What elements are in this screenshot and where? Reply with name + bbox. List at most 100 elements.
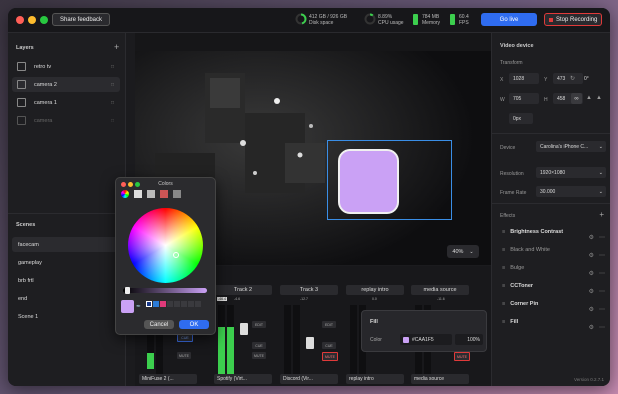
swatch[interactable]: [160, 301, 166, 307]
hidden-icon[interactable]: □: [111, 118, 114, 124]
image-palettes-mode-icon[interactable]: [160, 190, 168, 198]
color-wheel[interactable]: [128, 208, 203, 283]
effect-item-cctoner[interactable]: ≡ CCToner: [502, 283, 533, 289]
flip-vertical-icon[interactable]: ▲: [596, 95, 602, 101]
edit-button[interactable]: EDIT: [252, 321, 266, 328]
scene-item-end[interactable]: end: [12, 291, 120, 306]
swatch[interactable]: [181, 301, 187, 307]
current-color-well[interactable]: [121, 300, 134, 313]
edit-button[interactable]: EDIT: [322, 321, 336, 328]
cue-button[interactable]: CUE: [252, 342, 266, 349]
y-input[interactable]: 473: [553, 73, 583, 84]
link-icon[interactable]: ∞: [571, 93, 582, 104]
layer-item-camera-1[interactable]: camera 1 □: [12, 95, 120, 110]
track-source[interactable]: replay intro: [346, 374, 404, 384]
drag-handle-icon[interactable]: ≡: [502, 301, 505, 307]
brightness-slider-handle[interactable]: [125, 287, 130, 294]
effect-item-brightness-contrast[interactable]: ≡ Brightness Contrast: [502, 229, 563, 235]
mute-button[interactable]: MUTE: [322, 352, 338, 361]
cancel-button[interactable]: Cancel: [144, 320, 174, 329]
add-layer-icon[interactable]: +: [114, 42, 119, 52]
zoom-window-button[interactable]: [40, 16, 48, 24]
w-input[interactable]: 705: [509, 93, 539, 104]
device-select[interactable]: Carolina's iPhone C... ⌄: [536, 141, 606, 152]
volume-fader-handle[interactable]: [240, 323, 248, 335]
layer-item-camera-2[interactable]: camera 2 □: [12, 77, 120, 92]
memory-stat: 784 MB Memory: [422, 14, 440, 26]
stop-recording-button[interactable]: Stop Recording: [544, 13, 602, 26]
chevron-down-icon: ⌄: [598, 169, 603, 176]
effect-item-corner-pin[interactable]: ≡ Corner Pin: [502, 301, 538, 307]
lock-icon[interactable]: □: [111, 100, 114, 106]
swatch[interactable]: [146, 301, 152, 307]
level-meter: [284, 305, 291, 375]
swatch[interactable]: [174, 301, 180, 307]
fill-opacity-input[interactable]: 100%: [455, 334, 483, 345]
fps-stat: 60.4 FPS: [459, 14, 469, 26]
drag-handle-icon[interactable]: ≡: [502, 319, 505, 325]
fill-layer[interactable]: [338, 149, 399, 214]
sliders-mode-icon[interactable]: [134, 190, 142, 198]
lock-icon[interactable]: □: [111, 82, 114, 88]
selection-box[interactable]: [327, 140, 452, 220]
drag-handle-icon[interactable]: ≡: [502, 247, 505, 253]
scene-item-facecam[interactable]: facecam: [12, 237, 120, 252]
swatch[interactable]: [167, 301, 173, 307]
cue-button[interactable]: CUE: [322, 342, 336, 349]
add-effect-icon[interactable]: +: [599, 210, 604, 219]
framerate-select[interactable]: 30.000 ⌄: [536, 186, 606, 197]
minimize-window-button[interactable]: [28, 16, 36, 24]
disk-label: Disk space: [309, 20, 334, 26]
drag-handle-icon[interactable]: ≡: [502, 283, 505, 289]
flip-horizontal-icon[interactable]: ▲: [586, 95, 592, 101]
palettes-mode-icon[interactable]: [147, 190, 155, 198]
swatch[interactable]: [195, 301, 201, 307]
mute-button[interactable]: MUTE: [252, 352, 266, 359]
effect-item-black-and-white[interactable]: ≡ Black and White: [502, 247, 550, 253]
zoom-select[interactable]: 40% ⌄: [447, 245, 479, 258]
track-source[interactable]: MiniFuse 2 (...: [139, 374, 197, 384]
layer-item-camera[interactable]: camera □: [12, 113, 120, 128]
y-label: Y: [544, 77, 548, 83]
mute-button[interactable]: MUTE: [454, 352, 470, 361]
swatch[interactable]: [188, 301, 194, 307]
share-feedback-button[interactable]: Share feedback: [52, 13, 110, 26]
track-source[interactable]: Discord (Vir...: [280, 374, 338, 384]
scene-item-scene-1[interactable]: Scene 1: [12, 309, 120, 324]
swatch[interactable]: [153, 301, 159, 307]
track-source[interactable]: Spotify (Virt...: [214, 374, 272, 384]
mixer-track-2: Track 2 -46.4 -4.6 EDIT CUE MUTE Spotify…: [214, 285, 272, 386]
fill-color-input[interactable]: #CAA1F5: [400, 334, 452, 345]
close-window-button[interactable]: [16, 16, 24, 24]
drag-handle-icon[interactable]: ≡: [502, 229, 505, 235]
track-db: 0.0: [372, 297, 377, 301]
track-source[interactable]: media source: [411, 374, 469, 384]
volume-fader-handle[interactable]: [306, 337, 314, 349]
effect-item-bulge[interactable]: ≡ Bulge: [502, 265, 524, 271]
layer-item-retro-tv[interactable]: retro tv □: [12, 59, 120, 74]
go-live-button[interactable]: Go live: [481, 13, 537, 26]
w-label: W: [500, 97, 505, 103]
resolution-select[interactable]: 1920×1080 ⌄: [536, 167, 606, 178]
layer-label: camera 2: [34, 81, 57, 88]
effect-label: CCToner: [510, 283, 534, 289]
lock-icon[interactable]: □: [111, 64, 114, 70]
brightness-slider[interactable]: [123, 287, 207, 294]
effect-more-icons[interactable]: ⋯ ⋯ ⋯ ⋯ ⋯ ⋯: [599, 229, 605, 337]
effect-label: Brightness Contrast: [510, 229, 564, 235]
scene-item-brb[interactable]: brb frtl: [12, 273, 120, 288]
x-input[interactable]: 1028: [509, 73, 539, 84]
disk-ring-icon: [295, 13, 307, 25]
ok-button[interactable]: OK: [179, 320, 209, 329]
scene-item-gameplay[interactable]: gameplay: [12, 255, 120, 270]
corner-radius-input[interactable]: 0px: [509, 113, 533, 124]
color-wheel-mode-icon[interactable]: [121, 190, 129, 198]
mute-button[interactable]: MUTE: [177, 352, 191, 359]
drag-handle-icon[interactable]: ≡: [502, 265, 505, 271]
eyedropper-icon[interactable]: ✒: [136, 303, 141, 310]
rotation-input[interactable]: 0°: [580, 73, 604, 84]
effect-item-fill[interactable]: ≡ Fill: [502, 319, 518, 325]
effect-settings-icons[interactable]: ⚙ ⚙ ⚙ ⚙ ⚙ ⚙: [589, 229, 594, 337]
color-wheel-cursor[interactable]: [173, 252, 179, 258]
pencils-mode-icon[interactable]: [173, 190, 181, 198]
